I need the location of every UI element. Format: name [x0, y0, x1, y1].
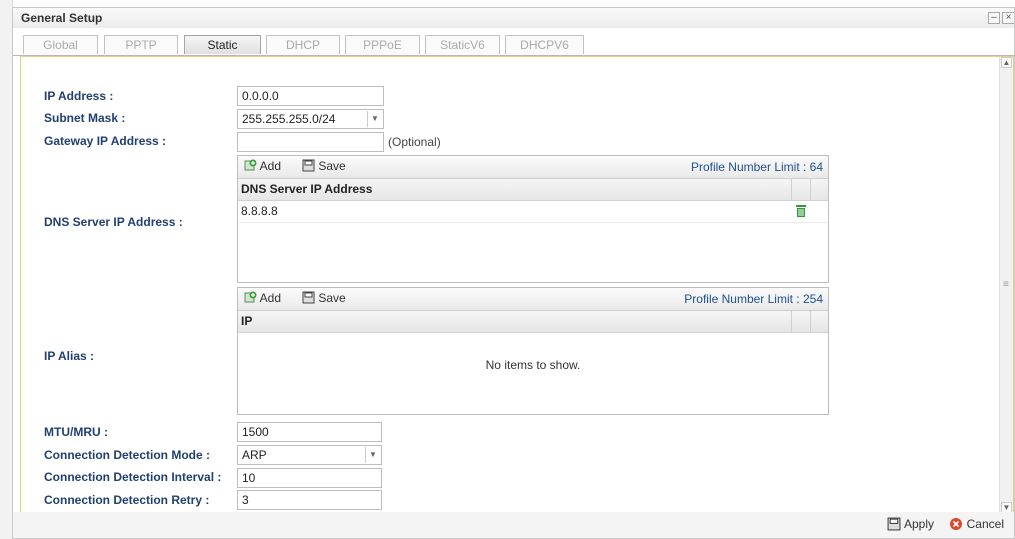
detection-mode-select[interactable]: ARP ▼ — [237, 445, 382, 465]
column-divider — [810, 311, 811, 332]
save-icon — [302, 159, 315, 172]
general-setup-dialog: General Setup – × Global PPTP Static DHC… — [12, 7, 1015, 539]
alias-profile-limit: Profile Number Limit : 254 — [684, 292, 823, 306]
chevron-down-icon[interactable]: ▼ — [367, 111, 382, 127]
scroll-grip-icon[interactable]: ≡ — [1003, 279, 1009, 290]
dns-server-value: 8.8.8.8 — [241, 204, 278, 218]
detection-interval-label: Connection Detection Interval : — [44, 470, 222, 484]
dns-grid-header: DNS Server IP Address — [238, 179, 828, 201]
detection-interval-input[interactable]: 10 — [237, 468, 382, 488]
minimize-button[interactable]: – — [988, 12, 1000, 24]
dns-server-grid: Add Save Profile Number Limit : 64 DNS S… — [237, 155, 829, 283]
dns-column-header: DNS Server IP Address — [241, 182, 373, 196]
ip-address-label: IP Address : — [44, 89, 114, 103]
tab-pppoe[interactable]: PPPoE — [345, 35, 420, 54]
dialog-footer: Apply Cancel — [13, 512, 1014, 538]
dialog-title: General Setup — [21, 11, 103, 25]
add-icon — [244, 159, 257, 171]
detection-mode-label: Connection Detection Mode : — [44, 448, 210, 462]
dns-save-button[interactable]: Save — [302, 159, 346, 173]
ip-alias-label: IP Alias : — [44, 349, 95, 363]
alias-save-button[interactable]: Save — [302, 291, 346, 305]
detection-mode-value: ARP — [242, 448, 267, 462]
trash-icon[interactable] — [795, 204, 807, 218]
alias-add-button[interactable]: Add — [244, 291, 281, 305]
column-divider — [791, 311, 792, 332]
apply-button[interactable]: Apply — [887, 517, 934, 531]
subnet-mask-select[interactable]: 255.255.255.0/24 ▼ — [237, 109, 384, 129]
save-icon — [302, 291, 315, 304]
alias-grid-header: IP — [238, 311, 828, 333]
ip-column-header: IP — [241, 314, 253, 328]
tab-dhcp[interactable]: DHCP — [266, 35, 340, 54]
empty-grid-message: No items to show. — [485, 358, 581, 372]
subnet-mask-value: 255.255.255.0/24 — [242, 112, 336, 126]
title-bar: General Setup – × — [13, 8, 1014, 28]
vertical-scrollbar[interactable]: ▲ ≡ ▼ — [999, 57, 1013, 513]
dns-profile-limit: Profile Number Limit : 64 — [690, 160, 823, 174]
ip-address-input[interactable]: 0.0.0.0 — [237, 86, 384, 106]
gateway-label: Gateway IP Address : — [44, 134, 167, 148]
mtu-input[interactable]: 1500 — [237, 422, 382, 442]
dns-server-label: DNS Server IP Address : — [44, 215, 183, 229]
alias-grid-toolbar: Add Save Profile Number Limit : 254 — [238, 288, 828, 311]
tab-dhcpv6[interactable]: DHCPV6 — [505, 35, 584, 54]
detection-retry-input[interactable]: 3 — [237, 490, 382, 510]
dns-grid-toolbar: Add Save Profile Number Limit : 64 — [238, 156, 828, 179]
add-icon — [244, 291, 257, 303]
save-icon — [887, 517, 901, 531]
detection-retry-label: Connection Detection Retry : — [44, 493, 210, 507]
tab-staticv6[interactable]: StaticV6 — [425, 35, 500, 54]
tab-global[interactable]: Global — [23, 35, 98, 54]
mtu-label: MTU/MRU : — [44, 425, 108, 439]
tab-bar: Global PPTP Static DHCP PPPoE StaticV6 D… — [13, 28, 1014, 56]
gateway-input[interactable] — [237, 132, 384, 152]
column-divider — [791, 179, 792, 200]
dns-add-button[interactable]: Add — [244, 159, 281, 173]
tab-static[interactable]: Static — [184, 35, 261, 54]
column-divider — [810, 179, 811, 200]
ip-alias-grid: Add Save Profile Number Limit : 254 IP N… — [237, 287, 829, 415]
subnet-mask-label: Subnet Mask : — [44, 111, 126, 125]
cancel-button[interactable]: Cancel — [949, 517, 1004, 531]
scroll-up-icon[interactable]: ▲ — [1001, 57, 1012, 68]
static-settings-panel: IP Address : 0.0.0.0 Subnet Mask : 255.2… — [20, 56, 1014, 514]
optional-hint: (Optional) — [388, 135, 441, 149]
cancel-icon — [950, 518, 963, 530]
tab-pptp[interactable]: PPTP — [104, 35, 178, 54]
table-row[interactable]: 8.8.8.8 — [238, 201, 828, 223]
close-button[interactable]: × — [1002, 12, 1014, 24]
chevron-down-icon[interactable]: ▼ — [365, 447, 380, 463]
